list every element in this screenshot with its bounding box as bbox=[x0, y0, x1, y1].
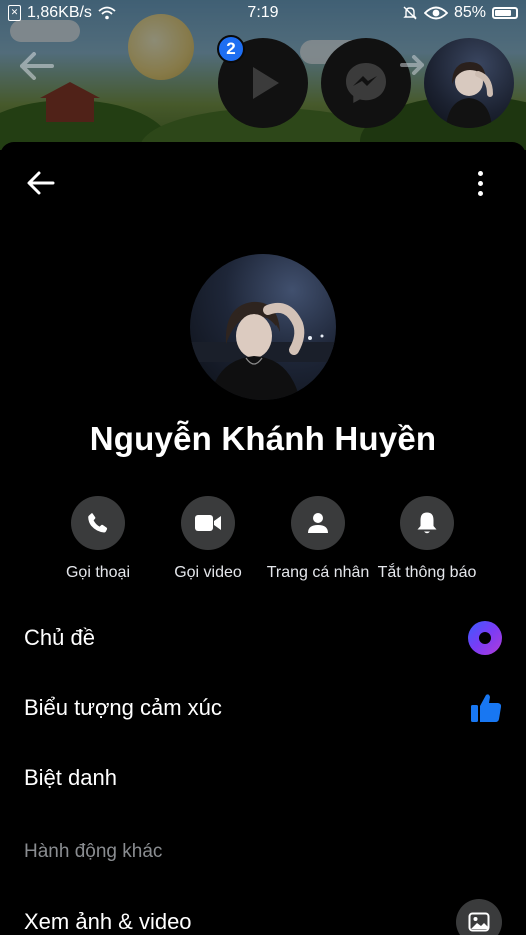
emoji-row[interactable]: Biểu tượng cảm xúc bbox=[24, 688, 502, 728]
status-bar: ✕ 1,86KB/s 7:19 85% bbox=[0, 0, 526, 28]
theme-label: Chủ đề bbox=[24, 625, 95, 650]
action-voice-call[interactable]: Gọi thoại bbox=[38, 496, 158, 582]
theme-row[interactable]: Chủ đề bbox=[24, 618, 502, 658]
more-vertical-icon bbox=[477, 190, 483, 196]
video-icon bbox=[195, 515, 221, 531]
video-call-button[interactable] bbox=[181, 496, 235, 550]
messenger-icon bbox=[346, 63, 386, 103]
more-vertical-icon bbox=[477, 180, 483, 186]
person-icon bbox=[308, 513, 328, 533]
media-button[interactable] bbox=[456, 899, 502, 935]
arrow-left-icon bbox=[20, 52, 54, 80]
chat-head-avatar[interactable] bbox=[424, 38, 514, 128]
action-mute[interactable]: Tắt thông báo bbox=[367, 496, 487, 582]
eye-icon bbox=[423, 6, 448, 20]
action-profile[interactable]: Trang cá nhân bbox=[258, 496, 378, 582]
profile-avatar[interactable] bbox=[190, 254, 336, 400]
battery-icon bbox=[492, 7, 518, 19]
battery-fill bbox=[495, 10, 512, 16]
avatar bbox=[446, 62, 493, 128]
action-video-call[interactable]: Gọi video bbox=[148, 496, 268, 582]
profile-button[interactable] bbox=[291, 496, 345, 550]
more-options-button[interactable] bbox=[470, 166, 490, 200]
theme-color-icon bbox=[468, 621, 502, 655]
mute-button[interactable] bbox=[400, 496, 454, 550]
arrow-left-icon bbox=[27, 171, 55, 195]
play-icon bbox=[253, 67, 279, 99]
screen: ✕ 1,86KB/s 7:19 85% 2 Nguyễn Khánh Huyền… bbox=[0, 0, 526, 935]
back-button[interactable] bbox=[24, 166, 58, 200]
mute-label: Tắt thông báo bbox=[377, 564, 477, 581]
phone-icon bbox=[88, 513, 108, 533]
thumbs-up-icon bbox=[471, 694, 502, 722]
more-vertical-icon bbox=[477, 170, 483, 176]
battery-percent: 85% bbox=[453, 4, 486, 21]
profile-name: Nguyễn Khánh Huyền bbox=[89, 420, 437, 457]
bell-off-icon bbox=[403, 6, 417, 20]
video-call-label: Gọi video bbox=[174, 564, 242, 581]
bell-icon bbox=[417, 512, 437, 534]
avatar bbox=[190, 301, 336, 400]
voice-call-button[interactable] bbox=[71, 496, 125, 550]
unread-badge: 2 bbox=[217, 35, 245, 63]
status-right: 85% bbox=[402, 4, 518, 22]
media-label: Xem ảnh & video bbox=[24, 909, 192, 934]
media-row[interactable]: Xem ảnh & video bbox=[24, 898, 502, 935]
conversation-settings-sheet: Nguyễn Khánh Huyền Gọi thoại Gọi video T… bbox=[0, 142, 526, 935]
nickname-label: Biệt danh bbox=[24, 765, 117, 790]
profile-label: Trang cá nhân bbox=[266, 564, 370, 581]
section-more-actions: Hành động khác bbox=[24, 841, 163, 862]
image-icon bbox=[468, 912, 490, 932]
emoji-label: Biểu tượng cảm xúc bbox=[24, 695, 222, 720]
nickname-row[interactable]: Biệt danh bbox=[24, 758, 502, 798]
voice-call-label: Gọi thoại bbox=[65, 564, 131, 581]
theme-dot-center bbox=[479, 632, 491, 644]
